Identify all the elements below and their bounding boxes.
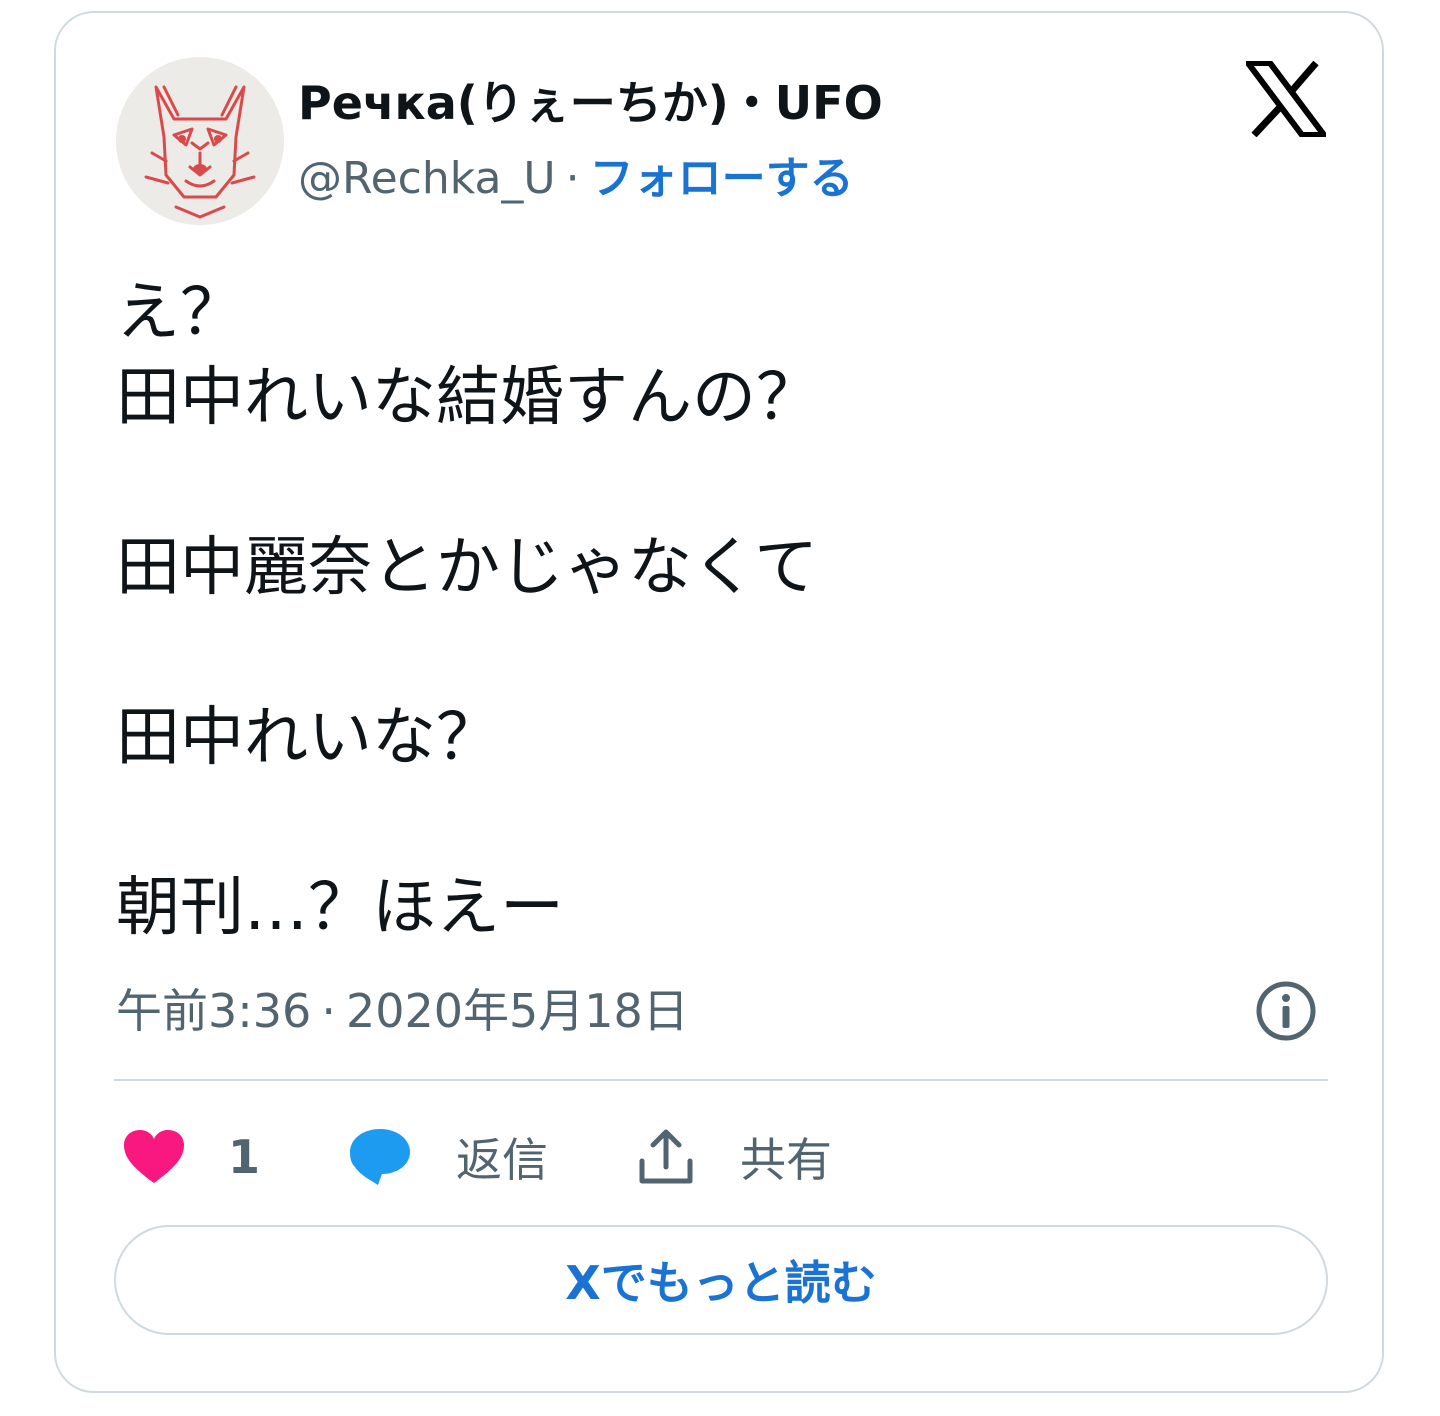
- date-separator: ·: [321, 984, 336, 1038]
- display-name[interactable]: Речка(りぇーちか)・UFO: [298, 75, 883, 131]
- share-label: 共有: [740, 1133, 832, 1187]
- handle-row: @Rechka_U · フォローする: [298, 151, 854, 207]
- like-button[interactable]: 1: [122, 1119, 260, 1195]
- timestamp[interactable]: 午前3:36 · 2020年5月18日: [116, 981, 689, 1041]
- reply-label: 返信: [456, 1133, 548, 1187]
- tweet-line: [116, 611, 820, 696]
- husky-avatar-image: [116, 57, 284, 225]
- tweet-date: 2020年5月18日: [345, 984, 689, 1038]
- reply-button[interactable]: 返信: [348, 1119, 548, 1195]
- x-logo-icon[interactable]: [1242, 60, 1330, 138]
- tweet-line: 田中れいな結婚すんの？: [116, 361, 820, 435]
- user-handle[interactable]: @Rechka_U: [298, 153, 556, 204]
- share-upload-icon: [639, 1129, 693, 1184]
- info-icon[interactable]: [1254, 979, 1318, 1043]
- tweet-embed-card: Речка(りぇーちか)・UFO @Rechka_U · フォローする え？ 田中れ…: [54, 11, 1384, 1393]
- like-count: 1: [228, 1130, 261, 1184]
- tweet-time: 午前3:36: [116, 984, 312, 1038]
- tweet-line: 田中麗奈とかじゃなくて: [116, 531, 819, 605]
- divider: [114, 1079, 1328, 1081]
- handle-separator: ·: [565, 153, 580, 204]
- tweet-text: え？ 田中れいな結婚すんの？ 田中麗奈とかじゃなくて 田中れいな？ 朝刊…？ほえ…: [116, 271, 820, 951]
- share-button[interactable]: 共有: [636, 1119, 832, 1195]
- follow-button[interactable]: フォローする: [590, 153, 854, 204]
- read-more-button[interactable]: Xでもっと読む: [114, 1225, 1328, 1335]
- tweet-line: [116, 441, 820, 526]
- tweet-line: 田中れいな？: [116, 701, 500, 775]
- speech-bubble-icon: [350, 1129, 410, 1185]
- avatar[interactable]: [116, 57, 284, 225]
- heart-icon: [124, 1130, 184, 1183]
- tweet-line: [116, 781, 820, 866]
- tweet-line: 朝刊…？ほえー: [116, 871, 564, 945]
- tweet-line: え？: [116, 276, 244, 350]
